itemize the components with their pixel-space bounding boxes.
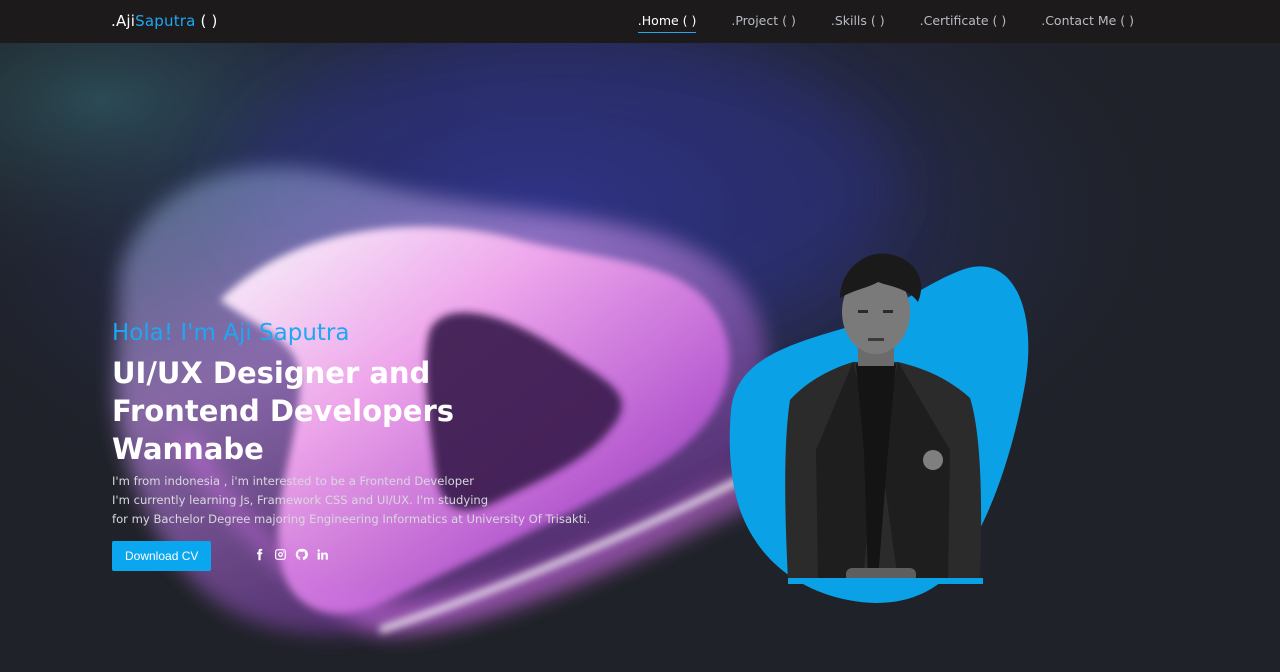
hero-bio: I'm from indonesia , i'm interested to b… xyxy=(112,472,632,529)
brand-suffix: ( ) xyxy=(195,12,218,30)
linkedin-icon[interactable] xyxy=(315,547,330,562)
page-scrollbar[interactable] xyxy=(1270,0,1280,672)
nav-link-contact[interactable]: .Contact Me ( ) xyxy=(1041,13,1134,33)
hero-section: Hola! I'm Aji Saputra UI/UX Designer and… xyxy=(112,318,632,571)
bio-line: I'm currently learning Js, Framework CSS… xyxy=(112,493,489,507)
hero-greeting: Hola! I'm Aji Saputra xyxy=(112,320,350,346)
profile-portrait xyxy=(729,253,1029,603)
nav-link-project[interactable]: .Project ( ) xyxy=(731,13,795,33)
nav-link-home[interactable]: .Home ( ) xyxy=(637,13,697,33)
page: .AjiSaputra ( ) .Home ( ) .Project ( ) .… xyxy=(0,0,1280,672)
navbar: .AjiSaputra ( ) .Home ( ) .Project ( ) .… xyxy=(0,0,1280,43)
main-nav: .Home ( ) .Project ( ) .Skills ( ) .Cert… xyxy=(603,13,1134,33)
bio-line: for my Bachelor Degree majoring Engineer… xyxy=(112,512,591,526)
nav-link-skills[interactable]: .Skills ( ) xyxy=(831,13,885,33)
download-cv-button[interactable]: Download CV xyxy=(112,541,212,571)
brand-logo[interactable]: .AjiSaputra ( ) xyxy=(111,12,218,30)
hero-actions: Download CV xyxy=(112,541,632,571)
brand-accent: Saputra xyxy=(135,12,196,30)
bio-line: I'm from indonesia , i'm interested to b… xyxy=(112,474,474,488)
social-links xyxy=(252,547,330,562)
brand-prefix: .Aji xyxy=(111,12,136,30)
nav-link-certificate[interactable]: .Certificate ( ) xyxy=(920,13,1007,33)
github-icon[interactable] xyxy=(294,547,309,562)
facebook-icon[interactable] xyxy=(252,547,267,562)
hero-headline: UI/UX Designer and Frontend Developers W… xyxy=(112,356,455,466)
instagram-icon[interactable] xyxy=(273,547,288,562)
